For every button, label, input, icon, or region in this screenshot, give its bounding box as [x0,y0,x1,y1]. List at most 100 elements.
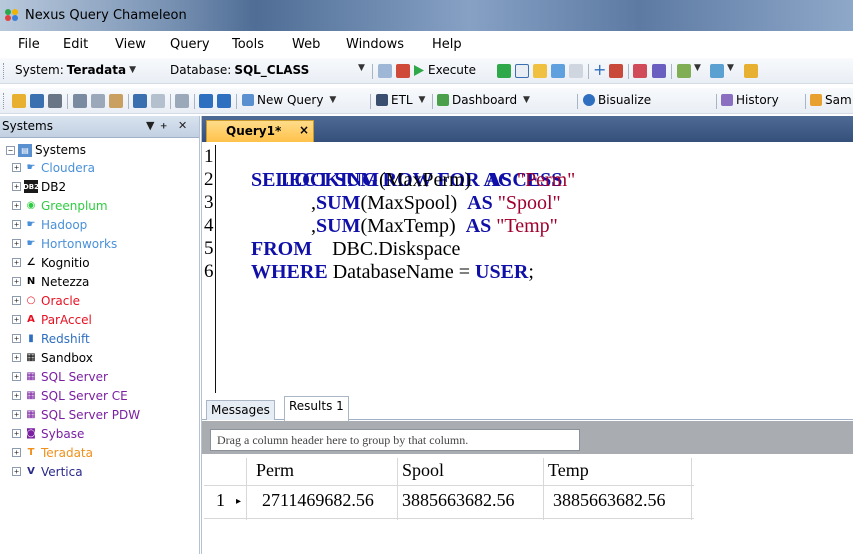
db-icon[interactable] [633,64,647,78]
expand-icon[interactable]: + [12,372,21,381]
menu-web[interactable]: Web [292,37,320,52]
tree-item-kognitio[interactable]: + ∠ Kognitio [12,254,90,271]
database-dropdown-icon[interactable]: ▼ [358,63,365,73]
execute-all-icon[interactable] [497,64,511,78]
menu-query[interactable]: Query [170,37,210,52]
search-icon[interactable] [533,64,547,78]
expand-icon[interactable]: + [12,277,21,286]
expand-icon[interactable]: + [12,296,21,305]
expand-icon[interactable]: + [12,353,21,362]
star-icon[interactable] [744,64,758,78]
group-by-dropzone[interactable]: Drag a column header here to group by th… [210,429,580,451]
table-cell[interactable]: 2711469682.56 [262,490,374,511]
cut-icon[interactable] [73,94,87,108]
close-icon[interactable]: ✕ [178,119,187,132]
menu-tools[interactable]: Tools [232,37,264,52]
etl-button[interactable]: ETL ▼ [376,93,425,107]
tree-item-cloudera[interactable]: + ☛ Cloudera [12,159,95,176]
undo-icon[interactable] [133,94,147,108]
table-cell[interactable]: 3885663682.56 [553,490,666,511]
expand-icon[interactable]: + [12,201,21,210]
menu-help[interactable]: Help [432,37,462,52]
expand-icon[interactable]: + [12,467,21,476]
pen-icon[interactable] [677,64,691,78]
tree-item-label: DB2 [41,179,67,194]
chevron-down-icon[interactable]: ▼ [727,63,734,73]
tab-results-1[interactable]: Results 1 [284,396,349,421]
collapse-icon[interactable]: − [6,145,15,155]
expand-icon[interactable]: + [12,410,21,419]
menu-edit[interactable]: Edit [63,37,88,52]
plus-icon[interactable]: + [593,60,606,79]
tree-item-paraccel[interactable]: + A ParAccel [12,311,92,328]
tree-item-db2[interactable]: + DB2 DB2 [12,178,66,195]
history-button[interactable]: History [721,93,779,107]
menu-view[interactable]: View [115,37,146,52]
menu-file[interactable]: File [18,37,40,52]
tree-root-systems[interactable]: − ▤ Systems [6,143,86,157]
blank-icon[interactable] [569,64,583,78]
tab-messages[interactable]: Messages [206,400,275,420]
bisualize-button[interactable]: Bisualize [583,93,651,107]
tree-item-sql-server-pdw[interactable]: + ▦ SQL Server PDW [12,406,140,423]
table-cell[interactable]: 3885663682.56 [402,490,515,511]
grid-icon[interactable] [378,64,392,78]
remove-icon[interactable] [609,64,623,78]
expand-icon[interactable]: + [12,448,21,457]
expand-icon[interactable]: + [12,182,21,191]
link-icon[interactable] [175,94,189,108]
pin-icon[interactable]: ᚐ [161,119,166,132]
expand-icon[interactable]: + [12,258,21,267]
dashboard-button[interactable]: Dashboard ▼ [437,93,530,107]
execute-button[interactable]: Execute [413,63,476,77]
grid-view-icon[interactable] [217,94,231,108]
open-folder-icon[interactable] [12,94,26,108]
grid-line [397,458,398,520]
print-icon[interactable] [48,94,62,108]
tree-item-sql-server[interactable]: + ▦ SQL Server [12,368,108,385]
expand-icon[interactable]: + [12,315,21,324]
expand-icon[interactable]: + [12,391,21,400]
expand-icon[interactable]: + [12,334,21,343]
copy-icon[interactable] [91,94,105,108]
sam-button[interactable]: Sam [810,93,852,107]
column-header-temp[interactable]: Temp [548,460,589,481]
expand-icon[interactable]: + [12,239,21,248]
expand-icon[interactable]: + [12,163,21,172]
system-selector[interactable]: System: Teradata ▼ [15,63,136,77]
tree-item-redshift[interactable]: + ▮ Redshift [12,330,90,347]
column-header-perm[interactable]: Perm [256,460,294,481]
tree-item-sandbox[interactable]: + ▦ Sandbox [12,349,93,366]
explain-icon[interactable] [551,64,565,78]
tree-item-hadoop[interactable]: + ☛ Hadoop [12,216,87,233]
tab-query1[interactable]: Query1* × [206,120,314,142]
tree-item-netezza[interactable]: + N Netezza [12,273,89,290]
save-icon[interactable] [30,94,44,108]
column-header-spool[interactable]: Spool [402,460,444,481]
tree-item-hortonworks[interactable]: + ☛ Hortonworks [12,235,117,252]
stop-icon[interactable] [396,64,410,78]
expand-icon[interactable]: + [12,220,21,229]
tree-item-sql-server-ce[interactable]: + ▦ SQL Server CE [12,387,128,404]
tree-item-vertica[interactable]: + V Vertica [12,463,83,480]
tool-icon[interactable] [652,64,666,78]
paste-icon[interactable] [109,94,123,108]
expand-icon[interactable]: + [12,429,21,438]
table-icon[interactable] [199,94,213,108]
tree-item-oracle[interactable]: + ○ Oracle [12,292,80,309]
toolbar-grip[interactable] [3,93,6,109]
menu-windows[interactable]: Windows [346,37,404,52]
close-icon[interactable]: × [299,123,309,137]
row-selector-icon[interactable]: ▸ [236,496,241,507]
tree-item-greenplum[interactable]: + ◉ Greenplum [12,197,108,214]
toolbar-grip[interactable] [3,63,6,79]
new-query-button[interactable]: New Query ▼ [242,93,336,107]
new-icon[interactable] [515,64,529,78]
database-selector[interactable]: Database: SQL_CLASS [170,63,309,77]
chevron-down-icon[interactable]: ▼ [694,63,701,73]
redo-icon[interactable] [151,94,165,108]
tree-item-sybase[interactable]: + ◙ Sybase [12,425,84,442]
wand-icon[interactable] [710,64,724,78]
tree-item-teradata[interactable]: + T Teradata [12,444,93,461]
panel-menu-icon[interactable]: ▼ [146,119,154,132]
